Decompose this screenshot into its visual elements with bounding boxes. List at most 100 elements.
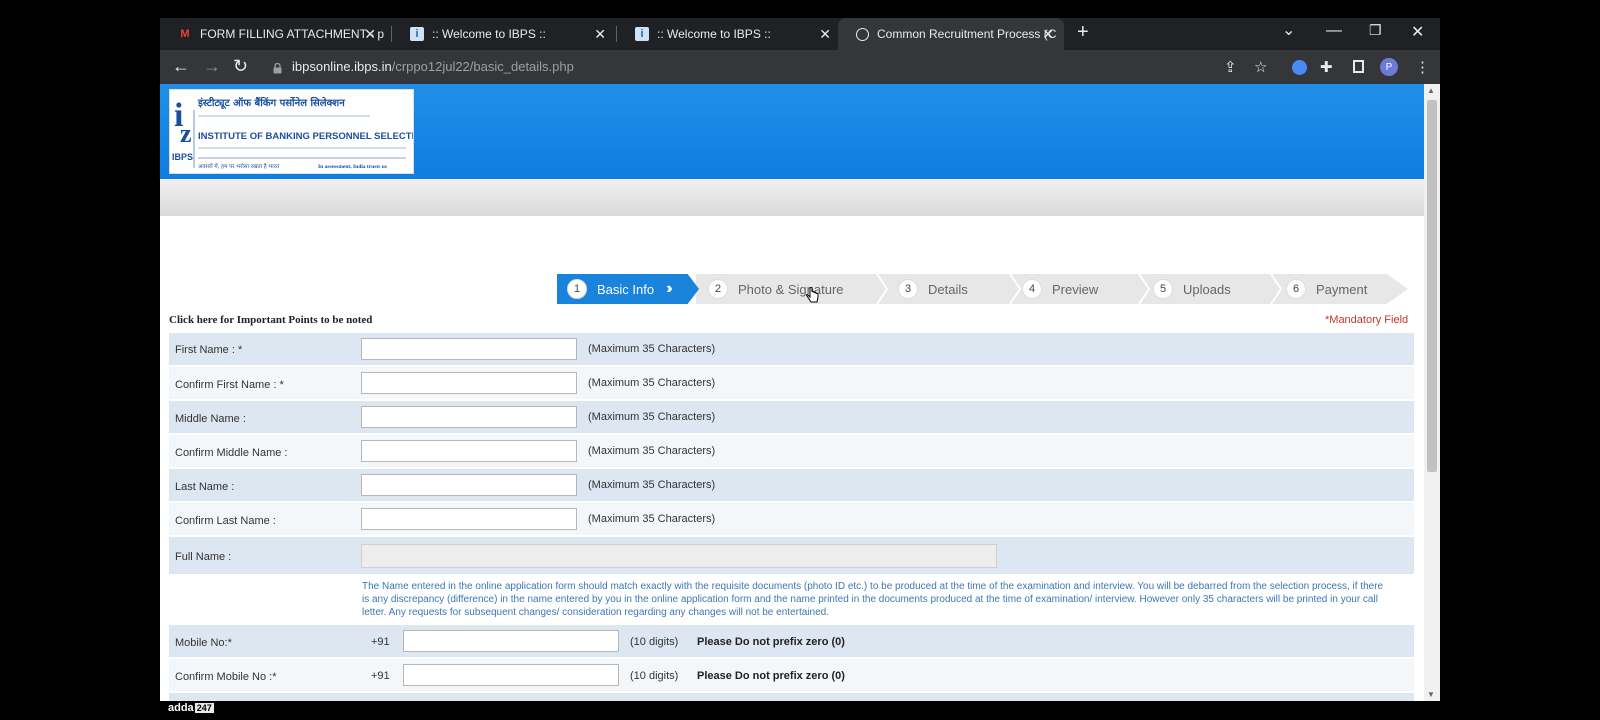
lock-icon[interactable]: [273, 61, 282, 74]
mandatory-field-note: *Mandatory Field: [1325, 314, 1409, 326]
step-label: Uploads: [1183, 281, 1231, 297]
ibps-favicon-icon: i: [635, 27, 649, 41]
step-number: 3: [898, 279, 918, 299]
gray-nav-bar: [160, 179, 1424, 216]
side-panel-icon[interactable]: [1353, 60, 1364, 73]
step-divider-icon: [876, 274, 889, 304]
close-tab-icon[interactable]: ✕: [364, 26, 376, 43]
tab-ibps-2[interactable]: i :: Welcome to IBPS :: ✕: [617, 18, 841, 50]
step-number: 2: [708, 279, 728, 299]
double-chevron-right-icon: ››: [666, 280, 672, 297]
step-details[interactable]: 3 Details: [898, 274, 968, 304]
url-domain: ibpsonline.ibps.in: [292, 59, 392, 74]
step-label: Preview: [1052, 281, 1099, 297]
svg-text:INSTITUTE OF BANKING PERSONNEL: INSTITUTE OF BANKING PERSONNEL SELECTION: [198, 131, 413, 142]
svg-text:इंस्टीट्यूट ऑफ बैंकिंग पर्सोने: इंस्टीट्यूट ऑफ बैंकिंग पर्सोनेल सिलेक्शन: [197, 96, 345, 110]
field-hint: (Maximum 35 Characters): [588, 411, 716, 423]
form-row: [169, 333, 1414, 365]
country-code: +91: [371, 670, 390, 682]
tab-search-chevron-icon[interactable]: ⌄: [1282, 20, 1295, 40]
digits-hint: (10 digits): [630, 636, 679, 648]
country-code: +91: [371, 636, 390, 648]
step-number: 5: [1153, 279, 1173, 299]
step-label: Details: [928, 281, 968, 297]
adda247-watermark: adda 247: [168, 702, 214, 714]
confirm-middle-name-input[interactable]: [361, 440, 577, 462]
middle-name-input[interactable]: [361, 406, 577, 428]
field-hint: (Maximum 35 Characters): [588, 479, 716, 491]
important-points-link[interactable]: Click here for Important Points to be no…: [169, 314, 372, 326]
confirm-middle-name-label: Confirm Middle Name :: [175, 447, 288, 459]
step-basic-info[interactable]: 1 Basic Info ››: [567, 274, 672, 304]
confirm-first-name-input[interactable]: [361, 372, 577, 394]
full-name-label: Full Name :: [175, 551, 232, 563]
first-name-input[interactable]: [361, 338, 577, 360]
step-number: 4: [1022, 279, 1042, 299]
bookmark-star-icon[interactable]: ☆: [1254, 58, 1267, 76]
tab-title: Common Recruitment Process (C: [877, 27, 1057, 41]
gmail-icon: M: [180, 28, 190, 40]
extension-icon[interactable]: [1292, 60, 1307, 75]
step-number: 6: [1286, 279, 1306, 299]
scroll-down-icon[interactable]: ▼: [1427, 690, 1435, 699]
watermark-box: 247: [194, 703, 214, 713]
form-row: [169, 367, 1414, 399]
close-tab-icon[interactable]: ✕: [1042, 26, 1054, 43]
tab-gmail[interactable]: M FORM FILLING ATTACHMENT - p ✕: [160, 18, 386, 50]
form-row: [169, 503, 1414, 535]
profile-avatar[interactable]: P: [1380, 58, 1398, 76]
form-row: [169, 693, 1414, 701]
minimize-icon[interactable]: —: [1326, 22, 1342, 40]
confirm-last-name-label: Confirm Last Name :: [175, 515, 276, 527]
step-uploads[interactable]: 5 Uploads: [1153, 274, 1231, 304]
field-hint: (Maximum 35 Characters): [588, 445, 716, 457]
last-name-label: Last Name :: [175, 481, 235, 493]
last-name-input[interactable]: [361, 474, 577, 496]
step-divider-icon: [1009, 274, 1022, 304]
field-hint: (Maximum 35 Characters): [588, 513, 716, 525]
close-tab-icon[interactable]: ✕: [819, 26, 831, 43]
form-row: [169, 435, 1414, 467]
close-tab-icon[interactable]: ✕: [594, 26, 606, 43]
tab-ibps-1[interactable]: i :: Welcome to IBPS :: ✕: [392, 18, 616, 50]
step-photo-signature[interactable]: 2 Photo & Signature: [708, 274, 844, 304]
full-name-display: [361, 544, 997, 568]
tab-title: :: Welcome to IBPS ::: [657, 27, 771, 41]
step-payment[interactable]: 6 Payment: [1286, 274, 1367, 304]
step-label: Payment: [1316, 281, 1368, 297]
ibps-logo: i z IBPS इंस्टीट्यूट ऑफ बैंकिंग पर्सोनेल…: [169, 89, 429, 174]
digits-hint: (10 digits): [630, 670, 679, 682]
no-zero-warning: Please Do not prefix zero (0): [697, 670, 845, 682]
mobile-label: Mobile No:*: [175, 637, 232, 649]
scroll-up-icon[interactable]: ▲: [1427, 86, 1435, 95]
svg-text:अवसरों में, हम पर भरोसा रखता ह: अवसरों में, हम पर भरोसा रखता है भारत: [198, 163, 280, 170]
scrollbar-thumb[interactable]: [1427, 100, 1437, 472]
mobile-input[interactable]: [403, 630, 619, 652]
restore-icon[interactable]: ❐: [1369, 22, 1382, 39]
url-path: /crppo12jul22/basic_details.php: [391, 59, 574, 74]
reload-icon[interactable]: ↻: [233, 56, 248, 77]
field-hint: (Maximum 35 Characters): [588, 343, 716, 355]
globe-icon: [856, 27, 869, 41]
menu-kebab-icon[interactable]: ⋮: [1415, 58, 1430, 76]
extensions-puzzle-icon[interactable]: ✚: [1320, 58, 1333, 76]
close-window-icon[interactable]: ✕: [1411, 22, 1424, 42]
back-icon[interactable]: ←: [172, 56, 190, 77]
tab-crp-active[interactable]: Common Recruitment Process (C ✕: [838, 18, 1064, 50]
svg-text:z: z: [180, 119, 192, 148]
confirm-last-name-input[interactable]: [361, 508, 577, 530]
no-zero-warning: Please Do not prefix zero (0): [697, 636, 845, 648]
step-number: 1: [567, 279, 587, 299]
svg-text:In assessment, India trusts us: In assessment, India trusts us: [318, 164, 387, 170]
url-text[interactable]: ibpsonline.ibps.in/crppo12jul22/basic_de…: [292, 59, 574, 74]
first-name-label: First Name : *: [175, 344, 243, 356]
step-preview[interactable]: 4 Preview: [1022, 274, 1098, 304]
new-tab-icon[interactable]: +: [1077, 21, 1089, 44]
field-hint: (Maximum 35 Characters): [588, 377, 716, 389]
step-label: Basic Info: [597, 281, 655, 297]
share-icon[interactable]: ⇪: [1224, 58, 1237, 76]
step-divider-icon: [1270, 274, 1283, 304]
forward-icon[interactable]: →: [203, 56, 221, 77]
tab-title: :: Welcome to IBPS ::: [432, 27, 546, 41]
confirm-mobile-input[interactable]: [403, 664, 619, 686]
